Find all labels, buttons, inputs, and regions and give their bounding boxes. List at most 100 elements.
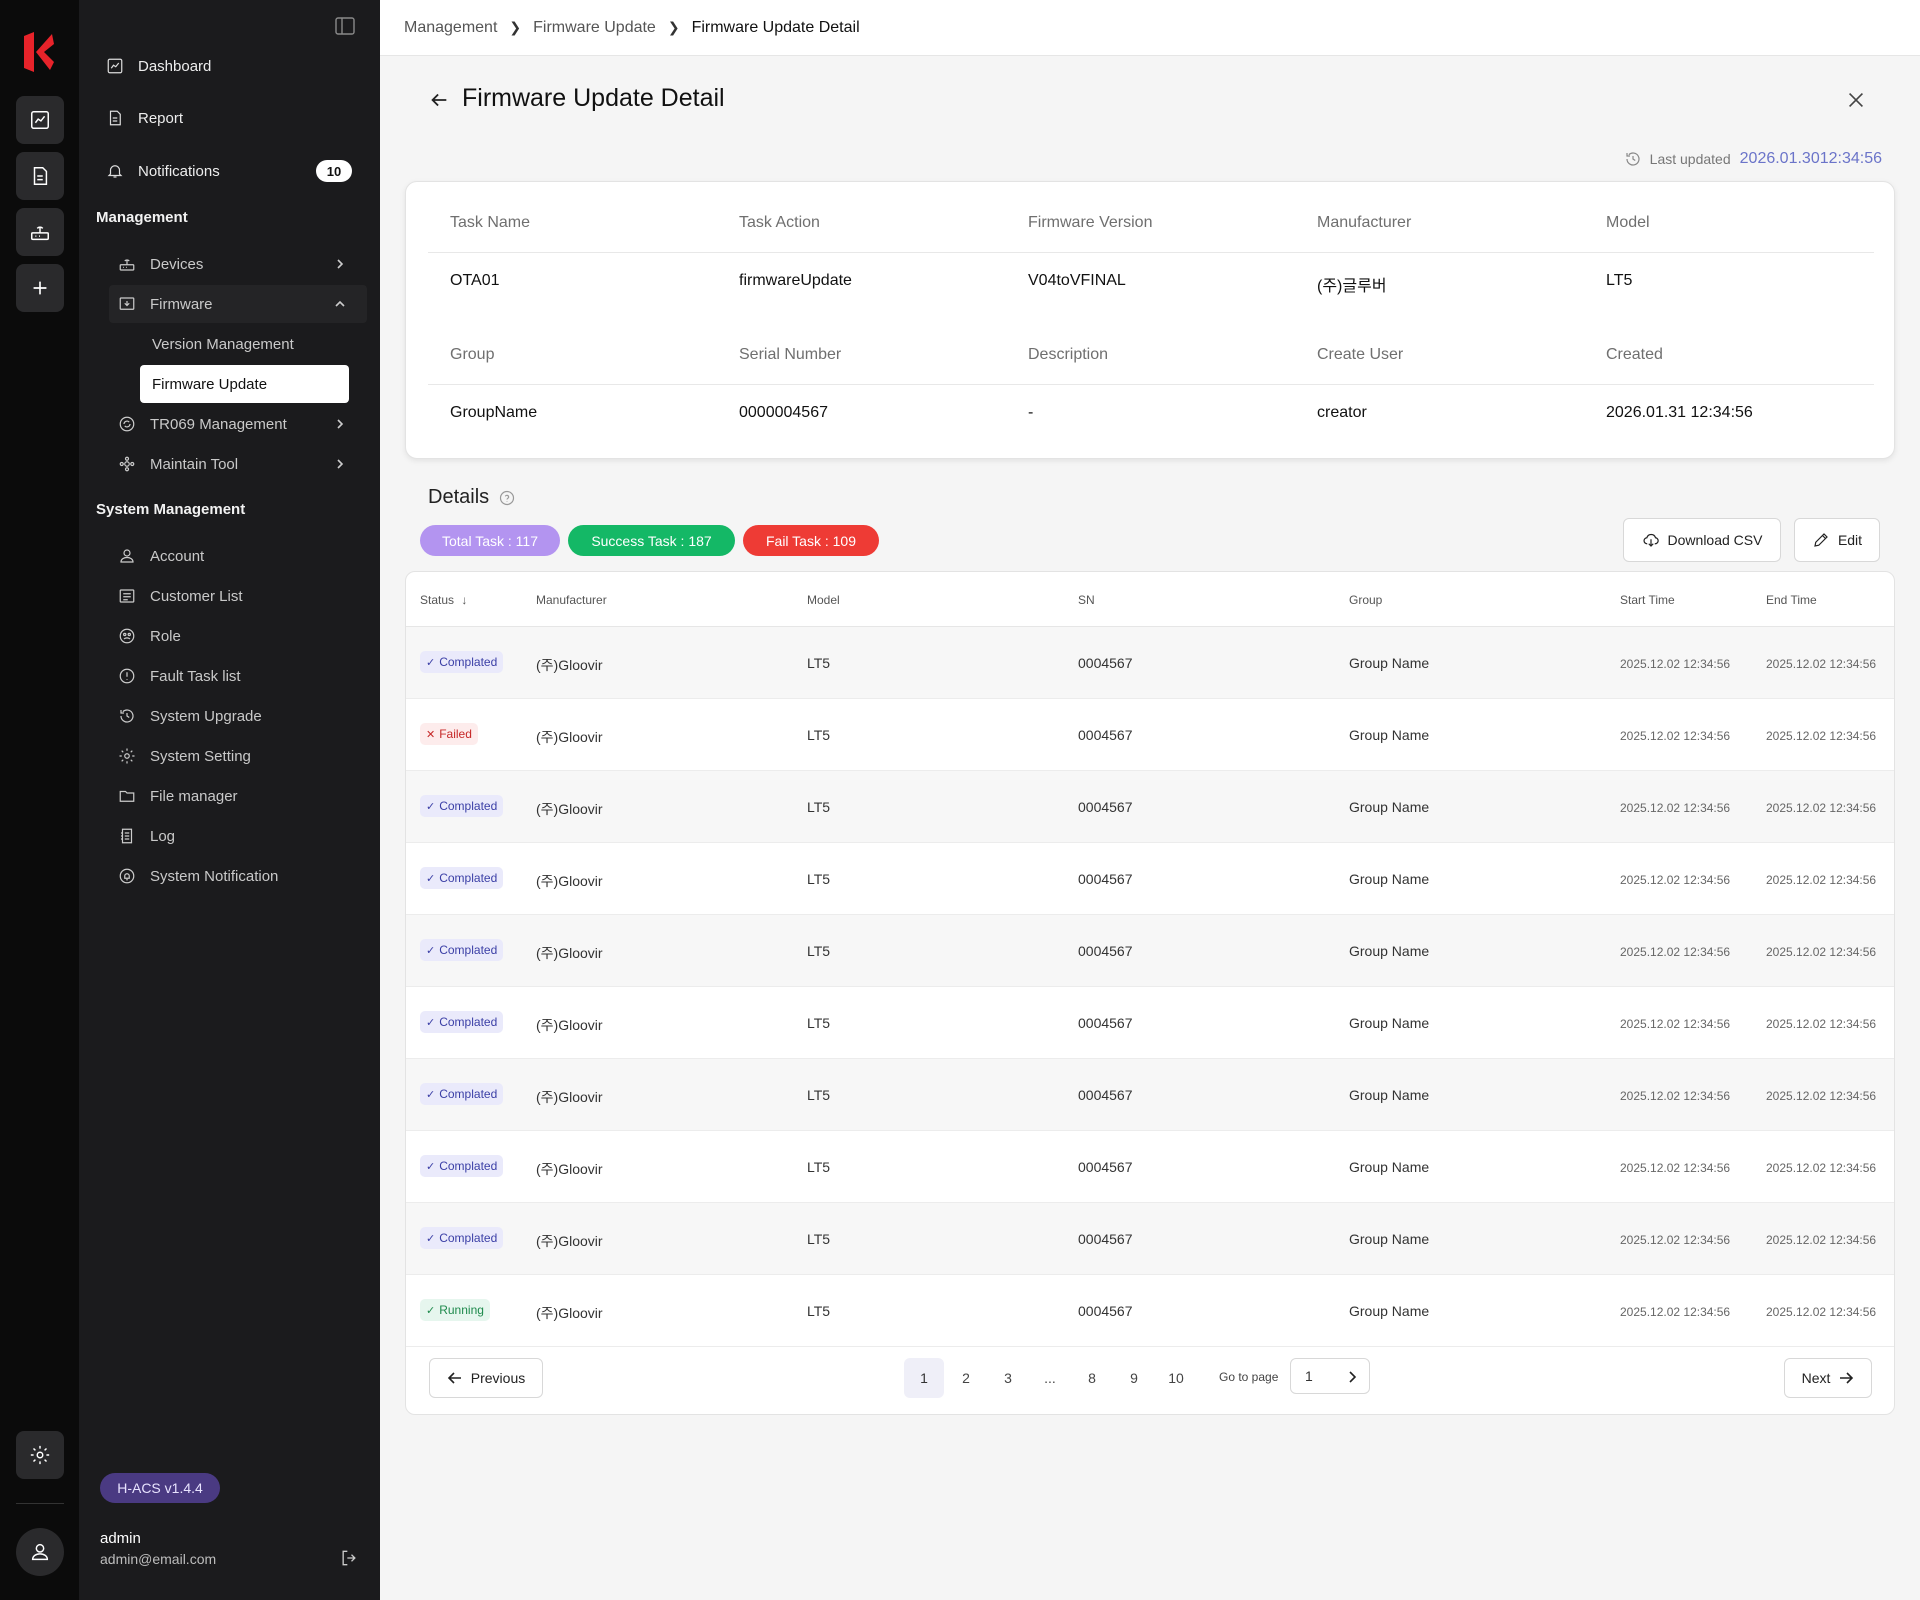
details-heading: Details [428, 486, 515, 509]
edit-button[interactable]: Edit [1794, 518, 1880, 562]
table-row[interactable]: ✓ Complated (주)Gloovir LT5 0004567 Group Name… [406, 771, 1894, 843]
sidebar-item-maintain-tool[interactable]: Maintain Tool [118, 446, 238, 482]
sidebar-item-account[interactable]: Account [118, 538, 204, 574]
sidebar-item-devices[interactable]: Devices [118, 246, 203, 282]
document-icon [109, 110, 121, 126]
table-row[interactable]: ✓ Complated (주)Gloovir LT5 0004567 Group Name… [406, 987, 1894, 1059]
cell-end: 2025.12.02 12:34:56 [1766, 1305, 1877, 1319]
status-label: Complated [439, 1015, 498, 1029]
sidebar-item-firmware-update[interactable]: Firmware Update [140, 365, 349, 403]
cell-model: LT5 [807, 1087, 831, 1103]
fail-task-pill[interactable]: Fail Task : 109 [743, 525, 879, 556]
check-icon: ✓ [426, 1304, 436, 1317]
sidebar-item-role[interactable]: Role [118, 618, 181, 654]
chart-icon [107, 58, 123, 74]
cell-sn: 0004567 [1078, 1303, 1133, 1319]
table-row[interactable]: ✓ Complated (주)Gloovir LT5 0004567 Group Name… [406, 915, 1894, 987]
rail-devices-button[interactable] [16, 208, 64, 256]
role-icon [119, 628, 135, 644]
breadcrumb-management[interactable]: Management [404, 19, 497, 37]
table-row[interactable]: ✓ Complated (주)Gloovir LT5 0004567 Group Name… [406, 1131, 1894, 1203]
sidebar-item-label: Report [138, 109, 184, 127]
status-badge: ✓ Complated [420, 1011, 504, 1033]
sidebar-item-version-management[interactable]: Version Management [152, 326, 294, 362]
bell-icon [107, 165, 123, 178]
sidebar-item-label: Version Management [152, 335, 294, 353]
sort-arrow-icon[interactable]: ↓ [461, 593, 467, 607]
sidebar-item-report[interactable]: Report [106, 100, 183, 136]
sidebar-item-label: System Setting [150, 747, 251, 765]
logout-icon[interactable] [339, 1548, 359, 1568]
table-row[interactable]: ✓ Complated (주)Gloovir LT5 0004567 Group Name… [406, 843, 1894, 915]
chevron-right-icon[interactable] [334, 458, 346, 470]
cell-sn: 0004567 [1078, 943, 1133, 959]
table-row[interactable]: ✓ Running (주)Gloovir LT5 0004567 Group Name 20… [406, 1275, 1894, 1347]
close-icon[interactable] [1845, 89, 1867, 111]
cell-group: Group Name [1349, 799, 1430, 815]
chevron-up-icon[interactable] [334, 298, 346, 310]
table-row[interactable]: ✓ Complated (주)Gloovir LT5 0004567 Group Name… [406, 627, 1894, 699]
sidebar-item-system-notification[interactable]: System Notification [118, 858, 278, 894]
cell-sn: 0004567 [1078, 1087, 1133, 1103]
sidebar-item-system-setting[interactable]: System Setting [118, 738, 251, 774]
manufacturer-value: (주)글루버 [1317, 278, 1387, 295]
column-header-group: Group [1349, 593, 1383, 607]
log-icon [121, 828, 133, 844]
chevron-right-icon[interactable] [1345, 1370, 1359, 1384]
success-task-pill[interactable]: Success Task : 187 [568, 525, 735, 556]
cell-model: LT5 [807, 943, 831, 959]
sidebar-item-fault-task-list[interactable]: Fault Task list [118, 658, 241, 694]
cell-sn: 0004567 [1078, 1231, 1133, 1247]
info-label: Create User [1317, 346, 1404, 363]
sidebar-collapse-icon[interactable] [335, 17, 355, 35]
table-row[interactable]: ✓ Complated (주)Gloovir LT5 0004567 Group Name… [406, 1203, 1894, 1275]
sidebar-item-customer-list[interactable]: Customer List [118, 578, 243, 614]
rail-settings-button[interactable] [16, 1431, 64, 1479]
sidebar-item-system-upgrade[interactable]: System Upgrade [118, 698, 262, 734]
info-label: Group [450, 346, 495, 363]
page-number[interactable]: 10 [1156, 1358, 1196, 1398]
page-title: Firmware Update Detail [462, 84, 725, 112]
cell-model: LT5 [807, 1015, 831, 1031]
page-number[interactable]: 9 [1114, 1358, 1154, 1398]
page-number[interactable]: 8 [1072, 1358, 1112, 1398]
column-header-status[interactable]: Status ↓ [420, 593, 467, 607]
help-icon[interactable] [499, 490, 515, 506]
total-task-pill[interactable]: Total Task : 117 [420, 525, 560, 556]
goto-page-input[interactable]: 1 [1290, 1358, 1370, 1394]
sidebar-item-dashboard[interactable]: Dashboard [106, 48, 211, 84]
rail-report-button[interactable] [16, 152, 64, 200]
back-arrow-icon[interactable] [428, 89, 450, 111]
cell-end: 2025.12.02 12:34:56 [1766, 1089, 1877, 1103]
cell-end: 2025.12.02 12:34:56 [1766, 873, 1877, 887]
rail-add-button[interactable] [16, 264, 64, 312]
sidebar-item-notifications[interactable]: Notifications [106, 153, 220, 189]
sidebar-item-firmware[interactable]: Firmware [118, 286, 213, 322]
cell-manufacturer: (주)Gloovir [536, 729, 603, 745]
page-number[interactable]: 3 [988, 1358, 1028, 1398]
sidebar-item-log[interactable]: Log [118, 818, 175, 854]
download-csv-button[interactable]: Download CSV [1623, 518, 1781, 562]
chevron-right-icon[interactable] [334, 258, 346, 270]
user-icon [120, 549, 134, 563]
info-label: Task Action [739, 214, 820, 231]
page-number[interactable]: 1 [904, 1358, 944, 1398]
breadcrumb-firmware-update[interactable]: Firmware Update [533, 19, 656, 37]
page-number[interactable]: 2 [946, 1358, 986, 1398]
table-row[interactable]: ✓ Complated (주)Gloovir LT5 0004567 Group Name… [406, 1059, 1894, 1131]
cell-manufacturer: (주)Gloovir [536, 657, 603, 673]
status-badge: ✕ Failed [420, 723, 478, 745]
avatar[interactable] [16, 1528, 64, 1576]
rail-dashboard-button[interactable] [16, 96, 64, 144]
previous-button[interactable]: Previous [429, 1358, 543, 1398]
gear-icon [119, 748, 135, 764]
sidebar-item-label: System Notification [150, 867, 279, 885]
folder-icon [119, 790, 135, 802]
check-icon: ✓ [426, 1088, 436, 1101]
sidebar-item-tr069[interactable]: TR069 Management [118, 406, 287, 442]
brand-logo[interactable] [22, 30, 56, 74]
sidebar-item-file-manager[interactable]: File manager [118, 778, 238, 814]
chevron-right-icon[interactable] [334, 418, 346, 430]
next-button[interactable]: Next [1784, 1358, 1872, 1398]
table-row[interactable]: ✕ Failed (주)Gloovir LT5 0004567 Group Name 202… [406, 699, 1894, 771]
